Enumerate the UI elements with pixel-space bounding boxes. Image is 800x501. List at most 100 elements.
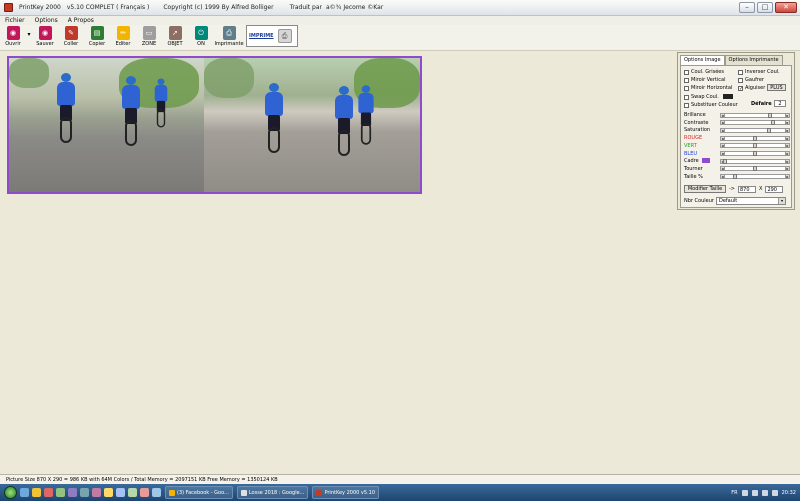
arrow-right-icon[interactable]: ▸ <box>785 143 790 149</box>
slider-label: ROUGE <box>684 135 703 142</box>
quicklaunch-app-icon[interactable] <box>56 488 65 497</box>
slider-thumb[interactable] <box>732 174 737 180</box>
checkbox-aiguiser[interactable]: ✓ Aiguiser <box>738 85 765 91</box>
slider-track[interactable]: ◂▸ <box>720 166 790 172</box>
slider-thumb[interactable] <box>753 151 757 156</box>
arrow-left-icon[interactable]: ◂ <box>720 143 725 149</box>
slider-track[interactable]: ◂▸ <box>720 174 790 180</box>
arrow-left-icon[interactable]: ◂ <box>720 135 725 141</box>
slider-track[interactable]: ◂▸ <box>720 135 790 141</box>
on-button[interactable]: ⏻ ON <box>188 25 214 51</box>
checkbox-swap-coul[interactable]: Swap Coul. <box>684 94 719 100</box>
paste-icon: ▤ <box>90 26 104 40</box>
slider-thumb[interactable] <box>753 143 757 149</box>
quicklaunch-app-icon[interactable] <box>152 488 161 497</box>
coller-button[interactable]: ✎ Coller <box>58 25 84 51</box>
copier-button[interactable]: ▤ Copier <box>84 25 110 51</box>
width-input[interactable]: 870 <box>738 185 756 193</box>
checkbox-substituer-couleur[interactable]: Substituer Couleur <box>684 102 738 108</box>
cadre-color-swatch[interactable] <box>702 158 710 164</box>
tab-options-imprimante[interactable]: Options Imprimante <box>724 55 783 65</box>
menu-fichier[interactable]: Fichier <box>0 17 30 24</box>
arrow-left-icon[interactable]: ◂ <box>720 127 725 133</box>
maximize-button[interactable]: □ <box>757 2 773 13</box>
arrow-left-icon[interactable]: ◂ <box>720 174 725 180</box>
quicklaunch-explorer-icon[interactable] <box>20 488 29 497</box>
slider-track[interactable]: ◂▸ <box>720 127 790 133</box>
slider-thumb[interactable] <box>767 112 772 118</box>
checkbox-miroir-horizontal[interactable]: Miroir Horizontal <box>684 85 732 91</box>
arrow-right-icon[interactable]: ▸ <box>785 158 790 164</box>
checkbox-miroir-vertical[interactable]: Miroir Vertical <box>684 77 725 83</box>
quicklaunch-app-icon[interactable] <box>104 488 113 497</box>
arrow-left-icon[interactable]: ◂ <box>720 151 725 156</box>
plus-button[interactable]: PLUS <box>767 84 786 91</box>
slider-thumb[interactable] <box>723 158 728 164</box>
checkbox-label: Coul. Grisées <box>691 69 724 75</box>
sauver-button[interactable]: ◉ Sauver <box>32 25 58 51</box>
captured-picture[interactable] <box>7 56 422 194</box>
slider-track[interactable]: ◂▸ <box>720 120 790 126</box>
arrow-right-icon[interactable]: ▸ <box>785 166 790 172</box>
quicklaunch-app-icon[interactable] <box>116 488 125 497</box>
nbr-couleur-row: Nbr Couleur Default ▾ <box>684 197 786 205</box>
modifier-taille-button[interactable]: Modifier Taille <box>684 185 726 193</box>
slider-thumb[interactable] <box>770 120 775 126</box>
swap-color-swatch[interactable] <box>723 94 733 99</box>
network-icon[interactable] <box>761 489 768 496</box>
quicklaunch-app-icon[interactable] <box>68 488 77 497</box>
quicklaunch-folder-icon[interactable] <box>32 488 41 497</box>
height-input[interactable]: 290 <box>765 185 784 193</box>
tray-icon[interactable] <box>741 489 748 496</box>
slider-thumb[interactable] <box>753 166 757 172</box>
quicklaunch-app-icon[interactable] <box>92 488 101 497</box>
clock[interactable]: 20:32 <box>782 490 796 496</box>
slider-track[interactable]: ◂▸ <box>720 112 790 118</box>
close-button[interactable]: ✕ <box>775 2 797 13</box>
imprimante-button[interactable]: ⎙ Imprimante <box>214 25 244 51</box>
task-facebook[interactable]: (3) Facebook - Goo... <box>165 486 233 499</box>
checkbox-gaufrer[interactable]: Gaufrer <box>738 77 764 83</box>
language-indicator[interactable]: FR <box>731 490 737 496</box>
tab-options-image[interactable]: Options Image <box>680 55 725 65</box>
slider-track[interactable]: ◂▸ <box>720 158 790 164</box>
menu-options[interactable]: Options <box>30 17 63 24</box>
sauver-label: Sauver <box>36 41 54 47</box>
checkbox-coul-grisees[interactable]: Coul. Grisées <box>684 69 724 75</box>
editer-button[interactable]: ✏ Editer <box>110 25 136 51</box>
pointer-icon: ➚ <box>168 26 182 40</box>
tray-icon[interactable] <box>751 489 758 496</box>
quicklaunch-app-icon[interactable] <box>80 488 89 497</box>
arrow-right-icon[interactable]: ▸ <box>785 151 790 156</box>
defaire-label[interactable]: Défaire <box>751 101 772 107</box>
title-version: v5.10 COMPLET ( Français ) <box>66 4 150 11</box>
zone-button[interactable]: ▭ ZONE <box>136 25 162 51</box>
nbr-couleur-select[interactable]: Default ▾ <box>716 197 786 205</box>
arrow-right-icon[interactable]: ▸ <box>785 127 790 133</box>
arrow-right-icon[interactable]: ▸ <box>785 174 790 180</box>
objet-button[interactable]: ➚ OBJET <box>162 25 188 51</box>
task-losse[interactable]: Losse 2018 : Google... <box>236 486 309 499</box>
arrow-left-icon[interactable]: ◂ <box>720 120 725 126</box>
arrow-right-icon[interactable]: ▸ <box>785 112 790 118</box>
task-printkey[interactable]: PrintKey 2000 v5.10 <box>312 486 380 499</box>
minimize-button[interactable]: – <box>739 2 755 13</box>
slider-thumb[interactable] <box>766 127 771 133</box>
slider-track[interactable]: ◂▸ <box>720 151 790 156</box>
start-button[interactable] <box>4 486 17 499</box>
arrow-left-icon[interactable]: ◂ <box>720 112 725 118</box>
arrow-right-icon[interactable]: ▸ <box>785 120 790 126</box>
menu-a-propos[interactable]: A Propos <box>63 17 99 24</box>
arrow-left-icon[interactable]: ◂ <box>720 166 725 172</box>
arrow-right-icon[interactable]: ▸ <box>785 135 790 141</box>
slider-track[interactable]: ◂▸ <box>720 143 790 149</box>
quicklaunch-app-icon[interactable] <box>140 488 149 497</box>
defaire-value[interactable]: 2 <box>774 100 786 107</box>
quicklaunch-media-icon[interactable] <box>44 488 53 497</box>
volume-icon[interactable] <box>771 489 778 496</box>
imprime-button[interactable]: IMPRIME ⎙ <box>246 25 298 47</box>
slider-thumb[interactable] <box>753 135 757 141</box>
checkbox-inverser-coul[interactable]: Inverser Coul. <box>738 69 780 75</box>
quicklaunch-app-icon[interactable] <box>128 488 137 497</box>
ouvrir-button[interactable]: ◉ Ouvrir <box>0 25 26 51</box>
